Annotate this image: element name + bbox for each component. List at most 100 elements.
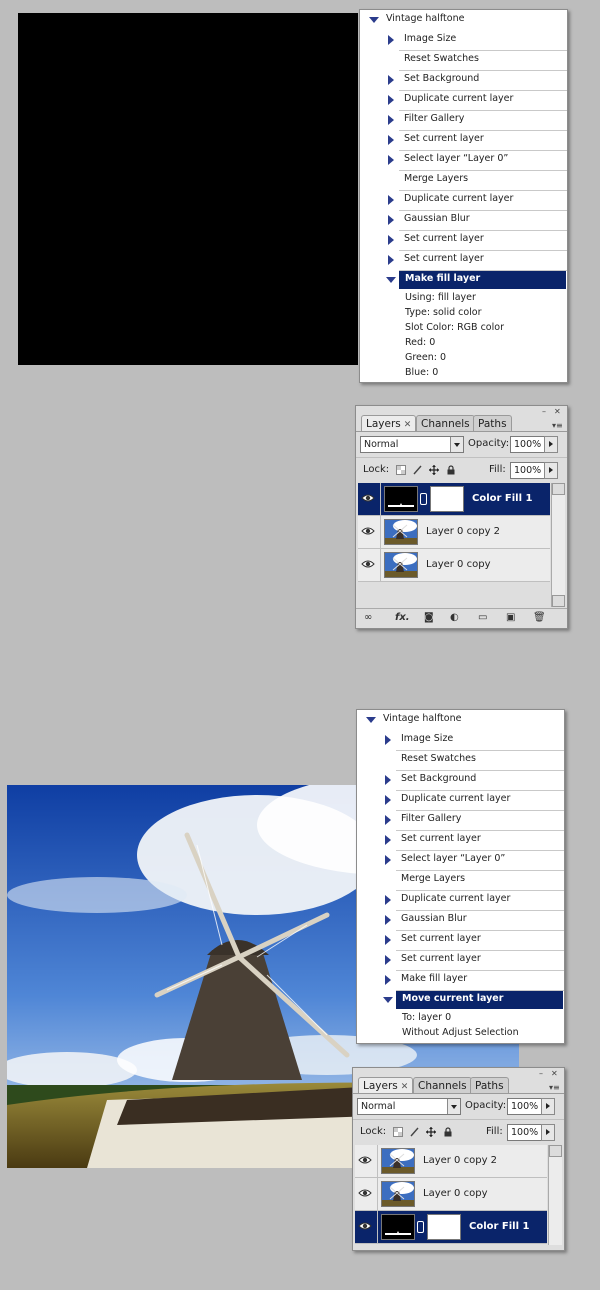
action-row[interactable]: Duplicate current layer	[385, 890, 564, 911]
action-row[interactable]: Duplicate current layer	[388, 90, 567, 111]
action-row[interactable]: Gaussian Blur	[385, 910, 564, 931]
action-row[interactable]: Set current layer	[388, 130, 567, 151]
expand-triangle-icon[interactable]	[383, 997, 393, 1003]
adjustment-layer-icon[interactable]: ◐	[450, 612, 459, 623]
eye-icon[interactable]	[361, 493, 375, 503]
layer-row[interactable]: Layer 0 copy	[358, 549, 550, 582]
trash-icon[interactable]: 🗑	[533, 612, 546, 623]
collapse-triangle-icon[interactable]	[385, 895, 391, 905]
move-icon[interactable]	[426, 1127, 436, 1137]
new-layer-icon[interactable]: ▣	[506, 612, 515, 623]
action-row-selected[interactable]: Make fill layer	[360, 270, 567, 290]
action-row[interactable]: Set current layer	[388, 250, 567, 271]
brush-icon[interactable]	[410, 1127, 420, 1137]
expand-triangle-icon[interactable]	[369, 17, 379, 23]
collapse-triangle-icon[interactable]	[385, 815, 391, 825]
tab-layers[interactable]: Layers ✕	[361, 415, 417, 432]
move-icon[interactable]	[429, 465, 439, 475]
new-group-icon[interactable]: ▭	[478, 612, 487, 623]
collapse-triangle-icon[interactable]	[388, 135, 394, 145]
chevron-down-icon[interactable]	[450, 437, 463, 452]
layer-row[interactable]: Color Fill 1	[358, 483, 550, 516]
collapse-triangle-icon[interactable]	[388, 255, 394, 265]
collapse-triangle-icon[interactable]	[385, 935, 391, 945]
chevron-down-icon[interactable]	[447, 1099, 460, 1114]
action-row[interactable]: Select layer “Layer 0”	[388, 150, 567, 171]
expand-triangle-icon[interactable]	[386, 277, 396, 283]
layer-row[interactable]: Layer 0 copy 2	[355, 1145, 547, 1178]
actions-panel-2[interactable]: Vintage halftone Image Size Reset Swatche…	[356, 709, 565, 1044]
action-row[interactable]: Gaussian Blur	[388, 210, 567, 231]
document-canvas-black[interactable]	[18, 13, 358, 365]
layer-row[interactable]: Layer 0 copy 2	[358, 516, 550, 549]
lock-icon[interactable]	[443, 1127, 453, 1137]
action-row[interactable]: Image Size	[385, 730, 564, 751]
chain-link-icon[interactable]	[420, 493, 427, 505]
collapse-triangle-icon[interactable]	[388, 195, 394, 205]
slider-arrow-icon[interactable]	[544, 462, 558, 479]
collapse-triangle-icon[interactable]	[385, 855, 391, 865]
collapse-triangle-icon[interactable]	[388, 235, 394, 245]
tab-layers[interactable]: Layers ✕	[358, 1077, 414, 1094]
collapse-triangle-icon[interactable]	[388, 155, 394, 165]
action-row[interactable]: Set Background	[385, 770, 564, 791]
tab-paths[interactable]: Paths	[473, 415, 512, 432]
slider-arrow-icon[interactable]	[541, 1098, 555, 1115]
fill-input[interactable]: 100%	[507, 1124, 555, 1141]
collapse-triangle-icon[interactable]	[385, 975, 391, 985]
collapse-triangle-icon[interactable]	[388, 215, 394, 225]
scroll-up-button[interactable]	[549, 1145, 562, 1157]
collapse-triangle-icon[interactable]	[385, 795, 391, 805]
opacity-input[interactable]: 100%	[510, 436, 558, 453]
collapse-triangle-icon[interactable]	[385, 835, 391, 845]
slider-arrow-icon[interactable]	[544, 436, 558, 453]
fx-icon[interactable]: fx.	[395, 612, 410, 623]
scroll-down-button[interactable]	[552, 595, 565, 607]
collapse-triangle-icon[interactable]	[385, 735, 391, 745]
collapse-triangle-icon[interactable]	[388, 75, 394, 85]
panel-menu-icon[interactable]: ▾≡	[549, 1084, 560, 1092]
blend-mode-select[interactable]: Normal	[357, 1098, 461, 1115]
visibility-toggle[interactable]	[358, 516, 381, 548]
close-icon[interactable]: ✕	[554, 408, 562, 416]
action-row[interactable]: Reset Swatches	[399, 50, 567, 71]
action-row[interactable]: Duplicate current layer	[388, 190, 567, 211]
action-row[interactable]: Set current layer	[385, 950, 564, 971]
action-row[interactable]: Reset Swatches	[396, 750, 564, 771]
minimize-icon[interactable]: –	[542, 408, 550, 416]
action-row[interactable]: Filter Gallery	[388, 110, 567, 131]
layer-row[interactable]: Color Fill 1	[355, 1211, 547, 1244]
eye-icon[interactable]	[361, 526, 375, 536]
action-row[interactable]: Duplicate current layer	[385, 790, 564, 811]
panel-menu-icon[interactable]: ▾≡	[552, 422, 563, 430]
collapse-triangle-icon[interactable]	[385, 955, 391, 965]
collapse-triangle-icon[interactable]	[385, 775, 391, 785]
layers-panel[interactable]: – ✕ Layers ✕ Channels Paths ▾≡ Normal Opa…	[355, 405, 568, 629]
layer-row[interactable]: Layer 0 copy	[355, 1178, 547, 1211]
tab-channels[interactable]: Channels	[413, 1077, 472, 1094]
expand-triangle-icon[interactable]	[366, 717, 376, 723]
layer-mask-icon[interactable]: ◙	[424, 612, 434, 623]
action-row[interactable]: Image Size	[388, 30, 567, 51]
action-row[interactable]: Select layer “Layer 0”	[385, 850, 564, 871]
scroll-up-button[interactable]	[552, 483, 565, 495]
close-icon[interactable]: ✕	[551, 1070, 559, 1078]
minimize-icon[interactable]: –	[539, 1070, 547, 1078]
tab-channels[interactable]: Channels	[416, 415, 475, 432]
eye-icon[interactable]	[358, 1188, 372, 1198]
action-row[interactable]: Set current layer	[385, 930, 564, 951]
tab-paths[interactable]: Paths	[470, 1077, 509, 1094]
action-set-row[interactable]: Vintage halftone	[360, 10, 567, 30]
collapse-triangle-icon[interactable]	[385, 915, 391, 925]
visibility-toggle[interactable]	[355, 1211, 378, 1243]
tab-close-icon[interactable]: ✕	[404, 420, 412, 430]
blend-mode-select[interactable]: Normal	[360, 436, 464, 453]
link-layers-icon[interactable]: ∞	[364, 612, 372, 623]
visibility-toggle[interactable]	[358, 483, 381, 515]
action-row[interactable]: Set current layer	[388, 230, 567, 251]
collapse-triangle-icon[interactable]	[388, 115, 394, 125]
collapse-triangle-icon[interactable]	[388, 35, 394, 45]
action-row[interactable]: Filter Gallery	[385, 810, 564, 831]
visibility-toggle[interactable]	[355, 1178, 378, 1210]
action-row[interactable]: Set current layer	[385, 830, 564, 851]
